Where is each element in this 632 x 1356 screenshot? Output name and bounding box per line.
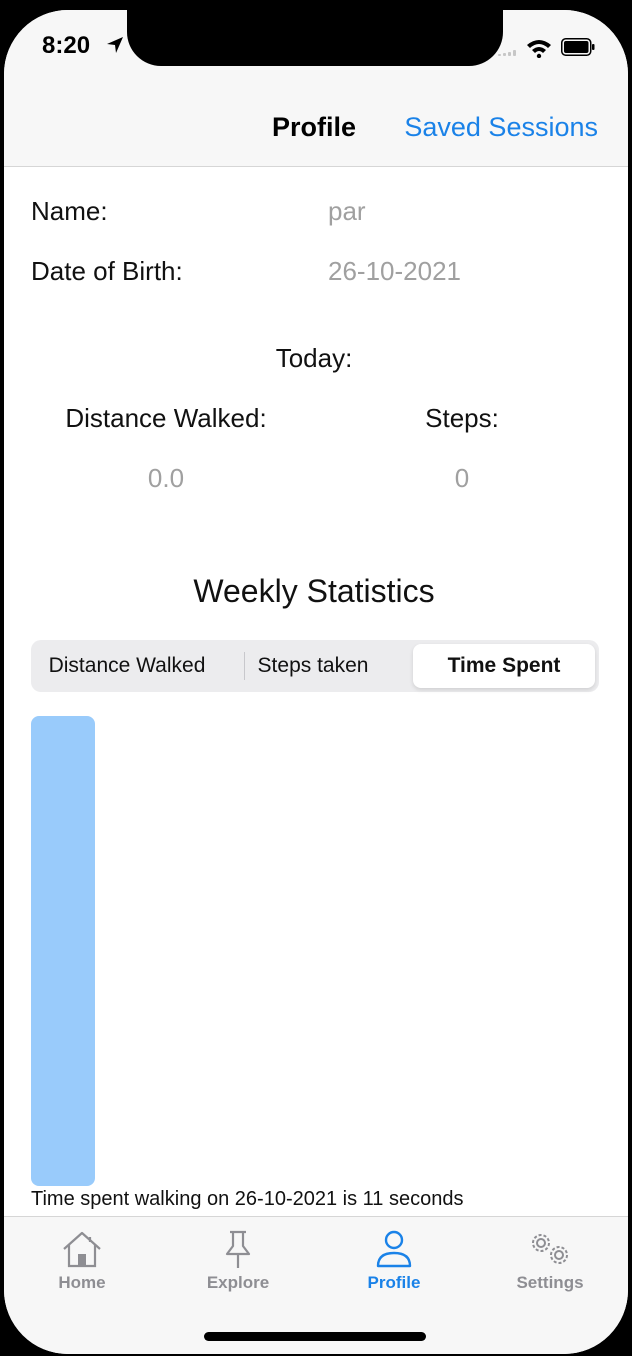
name-label: Name: [31,196,108,226]
tab-home-label: Home [58,1273,106,1292]
tab-explore-label: Explore [206,1273,270,1292]
house-icon [63,1231,101,1268]
tab-home[interactable]: Home [4,1229,160,1293]
tab-explore[interactable]: Explore [160,1229,316,1293]
wifi-icon [527,40,551,58]
chart-bar [31,716,95,1186]
dob-value: 26-10-2021 [328,256,461,286]
steps-value: 0 [454,463,470,493]
distance-walked-label: Distance Walked: [65,403,267,433]
segment-steps-taken[interactable]: Steps taken [221,644,405,688]
tab-settings-label: Settings [516,1273,584,1292]
today-heading: Today: [275,343,353,373]
navigation-bar: Profile Saved Sessions [4,76,628,167]
steps-label: Steps: [425,403,499,433]
home-indicator [204,1332,426,1341]
pin-icon [225,1230,251,1268]
dob-label: Date of Birth: [31,256,183,286]
tab-profile[interactable]: Profile [316,1229,472,1293]
person-icon [376,1230,412,1268]
tab-settings[interactable]: Settings [472,1229,628,1293]
gears-icon [532,1234,568,1264]
battery-icon [561,38,595,56]
distance-walked-value: 0.0 [147,463,185,493]
weekly-bar-chart [31,716,95,1186]
saved-sessions-button[interactable]: Saved Sessions [404,112,598,143]
tab-profile-label: Profile [367,1273,421,1292]
signal-icon [498,50,520,56]
page-title: Profile [271,112,357,142]
chart-caption: Time spent walking on 26-10-2021 is 11 s… [31,1188,464,1210]
location-arrow-icon [107,37,123,53]
phone-screen: 8:20 Profile Saved Sessions Name: par Da… [4,10,628,1354]
segment-distance-walked[interactable]: Distance Walked [35,644,219,688]
statistics-segmented-control: Distance Walked Steps taken Time Spent [31,640,599,692]
status-time: 8:20 [42,32,91,59]
notch [127,10,503,66]
status-bar: 8:20 [4,10,628,76]
segment-time-spent[interactable]: Time Spent [413,644,595,688]
weekly-statistics-heading: Weekly Statistics [193,573,435,609]
name-value: par [328,196,366,226]
